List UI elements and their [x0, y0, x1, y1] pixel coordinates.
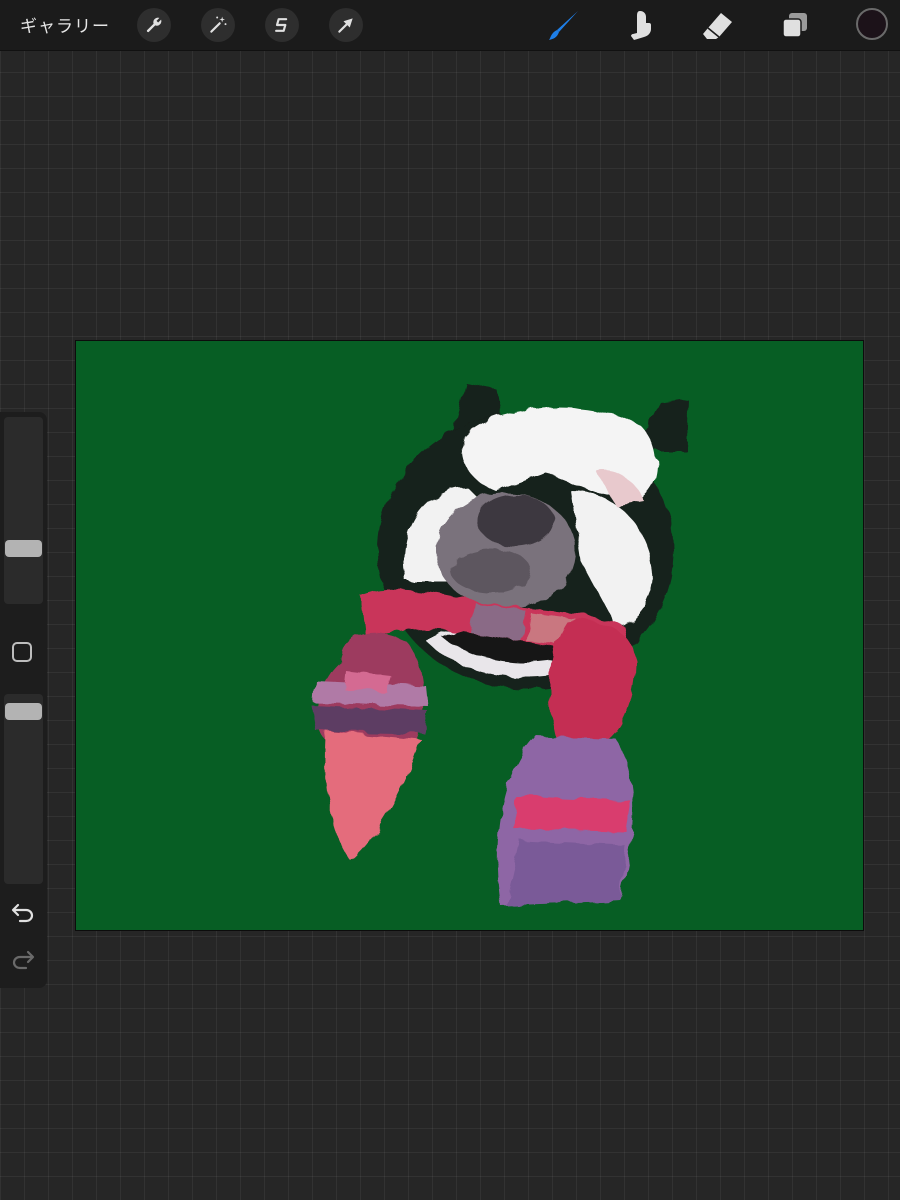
adjustments-button[interactable]: [201, 8, 235, 42]
opacity-slider[interactable]: [4, 694, 43, 884]
redo-icon: [12, 950, 35, 970]
actions-button[interactable]: [137, 8, 171, 42]
eraser-tool-button[interactable]: [699, 6, 737, 44]
undo-icon: [11, 903, 34, 923]
square-modifier-icon[interactable]: [12, 642, 32, 662]
eraser-icon: [703, 13, 732, 39]
color-picker-button[interactable]: [856, 8, 888, 40]
layers-icon: [782, 13, 807, 38]
transform-button[interactable]: [329, 8, 363, 42]
brush-tool-button[interactable]: [545, 6, 583, 44]
layers-button[interactable]: [776, 6, 814, 44]
selection-s-icon: [275, 18, 288, 32]
brush-size-slider-thumb[interactable]: [5, 540, 42, 558]
top-toolbar: ギャラリー: [0, 0, 900, 51]
wrench-icon: [146, 17, 162, 33]
opacity-slider-thumb[interactable]: [5, 702, 42, 720]
smudge-tool-button[interactable]: [621, 6, 659, 44]
selection-button[interactable]: [265, 8, 299, 42]
brush-size-slider[interactable]: [4, 417, 43, 604]
arrow-cursor-icon: [338, 18, 353, 33]
drawing-canvas[interactable]: [75, 340, 864, 931]
brush-icon: [549, 11, 578, 40]
gallery-button[interactable]: ギャラリー: [20, 12, 110, 37]
magic-wand-icon: [210, 16, 227, 33]
left-sidebar: [0, 412, 47, 988]
dog-with-scarf-painting: [312, 383, 688, 906]
undo-button[interactable]: [10, 900, 36, 926]
smudge-finger-icon: [631, 11, 651, 40]
redo-button[interactable]: [10, 947, 36, 973]
